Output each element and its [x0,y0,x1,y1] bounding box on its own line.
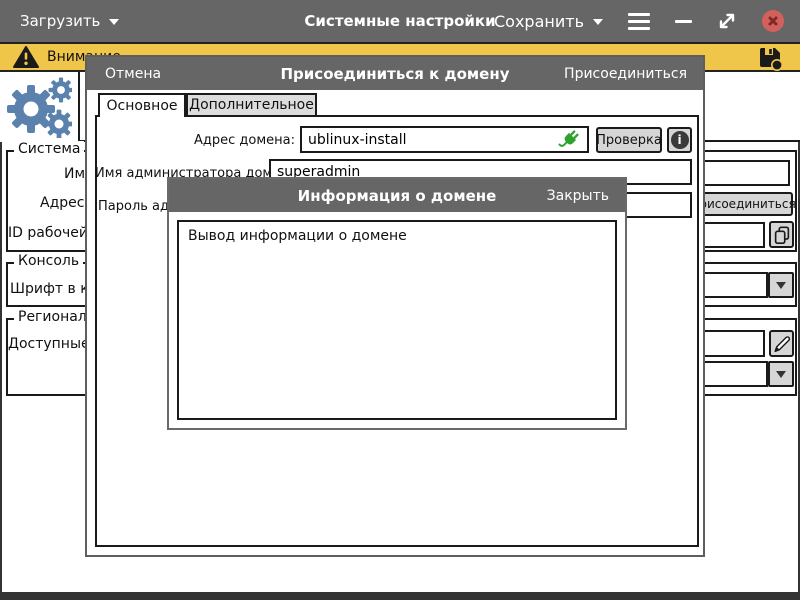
expand-arrows-icon [721,15,733,27]
domain-info-dialog: Информация о домене Закрыть Вывод информ… [167,177,627,430]
check-button-label: Проверка [596,133,662,148]
warning-triangle-icon [13,45,39,69]
info-dialog-title: Информация о домене [298,187,497,205]
regional-dropdown-button[interactable] [768,361,794,387]
join-dialog-title: Присоединиться к домену [281,65,510,83]
titlebar: Загрузить Системные настройки Сохранить [0,0,800,42]
edit-languages-button[interactable] [769,330,794,357]
copy-icon [772,225,792,245]
titlebar-actions: Сохранить [494,10,784,32]
info-dialog-header: Информация о домене Закрыть [169,179,625,212]
app-title: Системные настройки [304,12,495,30]
domain-join-button[interactable]: рисоединиться [702,192,793,216]
cancel-button[interactable]: Отмена [105,66,161,82]
join-button[interactable]: Присоединиться [564,66,687,82]
system-settings-screen: Загрузить Системные настройки Сохранить [0,0,800,600]
domain-join-button-label: рисоединиться [699,197,795,211]
workstation-id-label: ID рабочей [8,225,88,241]
domain-address-label: Адрес домена: [95,133,295,148]
minimize-button[interactable] [675,20,692,23]
save-button-label: Сохранить [494,12,584,31]
dropdown-arrow-icon [776,282,786,289]
load-button[interactable]: Загрузить [20,12,119,30]
info-button[interactable]: i [667,127,692,153]
domain-address-input[interactable] [300,126,589,153]
load-button-label: Загрузить [20,12,100,30]
save-button[interactable]: Сохранить [494,12,603,31]
dropdown-arrow-icon [776,371,786,378]
chevron-down-icon [593,19,603,25]
close-x-icon [766,14,780,28]
console-font-dropdown-button[interactable] [768,272,794,298]
copy-button[interactable] [769,221,794,248]
menu-button[interactable] [628,13,650,30]
system-group-legend: Система [14,141,84,157]
computer-name-label: Им [64,166,85,182]
domain-address-bg-label: Адрес [40,195,84,211]
domain-info-output[interactable]: Вывод информации о домене [177,220,617,420]
save-changes-icon[interactable] [756,44,784,71]
connection-status-plug-icon [557,128,581,152]
pencil-icon [772,334,792,354]
tab-additional[interactable]: Дополнительное [186,93,317,117]
info-close-button[interactable]: Закрыть [547,188,609,204]
settings-icon-box [0,72,80,142]
gears-icon [6,76,72,138]
window-bottom-bar [0,592,800,600]
close-button[interactable] [762,10,784,32]
info-icon: i [671,131,689,149]
window-left-border [0,72,2,592]
hamburger-icon [628,13,650,16]
tab-basic[interactable]: Основное [98,93,186,117]
check-button[interactable]: Проверка [596,127,662,153]
console-group-legend: Консоль [14,253,83,269]
chevron-down-icon [109,19,119,25]
join-domain-dialog: Отмена Присоединиться к домену Присоедин… [85,55,705,557]
maximize-button[interactable] [717,11,737,31]
join-dialog-header: Отмена Присоединиться к домену Присоедин… [87,57,703,90]
